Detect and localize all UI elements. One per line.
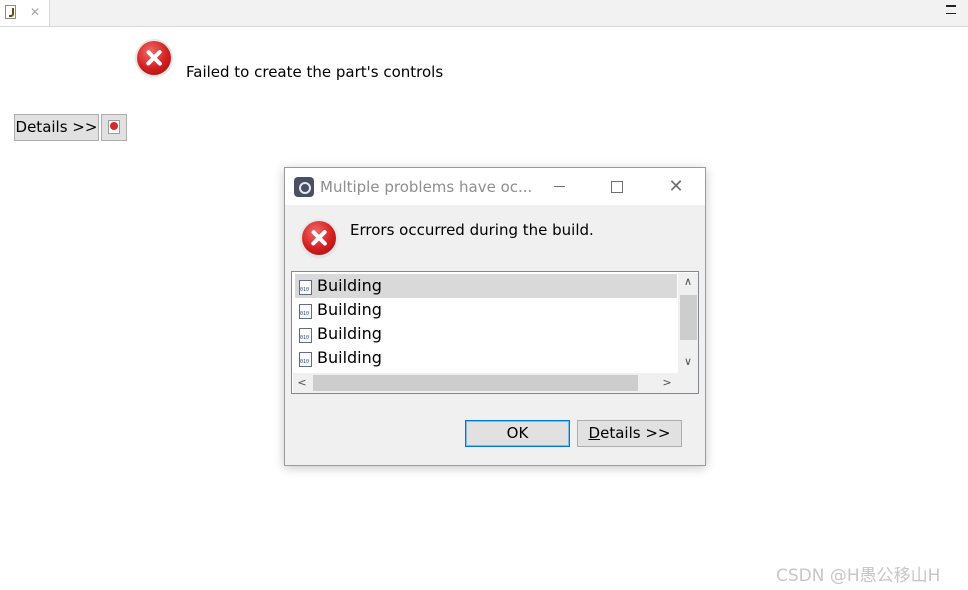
list-item[interactable]: Building <box>295 298 677 322</box>
dialog-message: Errors occurred during the build. <box>350 221 594 239</box>
binary-file-icon <box>299 280 312 295</box>
binary-file-icon <box>299 304 312 319</box>
list-item[interactable]: Building <box>295 274 677 298</box>
vertical-scroll-thumb[interactable] <box>680 295 697 340</box>
editor-tab-strip: ✕ <box>0 0 968 27</box>
problems-list[interactable]: Building Building Building Building ∧ ∨ … <box>291 271 699 394</box>
part-error-message: Failed to create the part's controls <box>186 63 444 81</box>
error-icon <box>137 41 171 75</box>
scroll-down-icon[interactable]: ∨ <box>678 353 698 371</box>
list-item-label: Building <box>317 276 382 295</box>
error-log-icon <box>108 120 120 134</box>
list-item-label: Building <box>317 324 382 343</box>
binary-file-icon <box>299 352 312 367</box>
details-label: etails >> <box>600 424 671 442</box>
dialog-title: Multiple problems have oc... <box>320 178 533 196</box>
java-file-icon <box>5 5 16 19</box>
watermark: CSDN @H愚公移山H <box>776 566 941 586</box>
scroll-right-icon[interactable]: > <box>658 373 676 393</box>
horizontal-scroll-thumb[interactable] <box>313 375 638 391</box>
list-item-label: Building <box>317 300 382 319</box>
scrollbar-corner <box>678 373 698 393</box>
list-item[interactable]: Building <box>295 346 677 370</box>
details-mnemonic: D <box>588 424 601 442</box>
horizontal-scrollbar[interactable]: < > <box>293 373 678 393</box>
problems-dialog: Multiple problems have oc... ✕ Errors oc… <box>284 167 706 466</box>
maximize-icon <box>611 180 623 193</box>
part-details-button[interactable]: Details >> <box>14 114 99 141</box>
editor-tab[interactable]: ✕ <box>0 0 50 26</box>
view-menu-icon[interactable] <box>946 5 956 14</box>
close-button[interactable]: ✕ <box>653 168 699 205</box>
vertical-scrollbar[interactable]: ∧ ∨ <box>678 273 698 373</box>
close-icon[interactable]: ✕ <box>30 4 40 20</box>
scroll-up-icon[interactable]: ∧ <box>678 273 698 291</box>
error-log-button[interactable] <box>101 114 127 141</box>
error-icon <box>302 221 336 255</box>
binary-file-icon <box>299 328 312 343</box>
list-item-label: Building <box>317 348 382 367</box>
maximize-button[interactable] <box>594 168 640 205</box>
ok-button[interactable]: OK <box>465 420 570 447</box>
minimize-icon <box>553 186 565 187</box>
minimize-button[interactable] <box>536 168 582 205</box>
details-button[interactable]: Details >> <box>577 420 682 447</box>
dialog-titlebar[interactable]: Multiple problems have oc... ✕ <box>285 168 705 205</box>
eclipse-app-icon <box>294 177 314 197</box>
list-item[interactable]: Building <box>295 322 677 346</box>
scroll-left-icon[interactable]: < <box>293 373 311 393</box>
